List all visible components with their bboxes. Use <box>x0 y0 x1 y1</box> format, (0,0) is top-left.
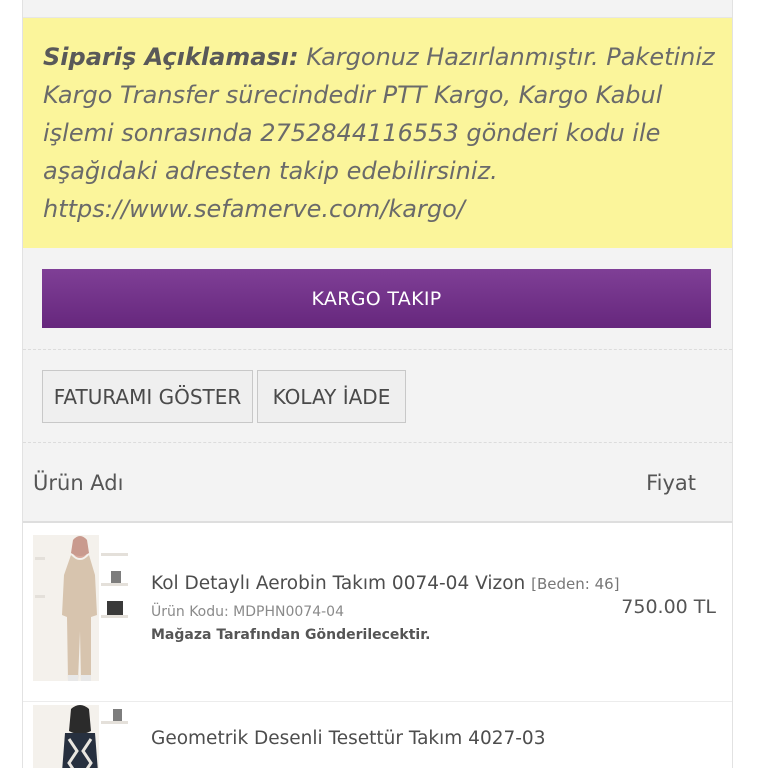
product-table-header: Ürün Adı Fiyat <box>23 443 732 523</box>
product-name-text: Kol Detaylı Aerobin Takım 0074-04 Vizon <box>151 573 532 594</box>
product-list: Kol Detaylı Aerobin Takım 0074-04 Vizon … <box>23 523 732 768</box>
product-price: 750.00 TL <box>621 596 716 618</box>
action-button-row: FATURAMI GÖSTER KOLAY İADE <box>23 350 732 443</box>
order-note: Sipariş Açıklaması: Kargonuz Hazırlanmış… <box>23 18 732 248</box>
column-header-product: Ürün Adı <box>33 471 124 495</box>
product-code: Ürün Kodu: MDPHN0074-04 <box>151 604 344 620</box>
order-detail-panel: Sipariş Açıklaması: Kargonuz Hazırlanmış… <box>22 0 733 768</box>
easy-return-button[interactable]: KOLAY İADE <box>257 370 406 423</box>
product-thumbnail[interactable] <box>33 705 130 768</box>
top-strip <box>23 0 732 18</box>
product-photo-icon <box>33 705 130 768</box>
track-button-row: KARGO TAKIP <box>23 248 732 350</box>
show-invoice-button[interactable]: FATURAMI GÖSTER <box>42 370 253 423</box>
product-thumbnail[interactable] <box>33 535 130 681</box>
table-row: Kol Detaylı Aerobin Takım 0074-04 Vizon … <box>23 523 732 702</box>
product-name[interactable]: Geometrik Desenli Tesettür Takım 4027-03 <box>151 728 545 749</box>
product-name[interactable]: Kol Detaylı Aerobin Takım 0074-04 Vizon … <box>151 573 620 594</box>
product-photo-icon <box>33 535 130 681</box>
product-size: [Beden: 46] <box>531 575 620 593</box>
column-header-price: Fiyat <box>646 471 696 495</box>
order-note-label: Sipariş Açıklaması: <box>43 43 299 71</box>
track-shipment-button[interactable]: KARGO TAKIP <box>42 269 711 328</box>
shipping-note: Mağaza Tarafından Gönderilecektir. <box>151 627 431 643</box>
table-row: Geometrik Desenli Tesettür Takım 4027-03 <box>23 702 732 768</box>
